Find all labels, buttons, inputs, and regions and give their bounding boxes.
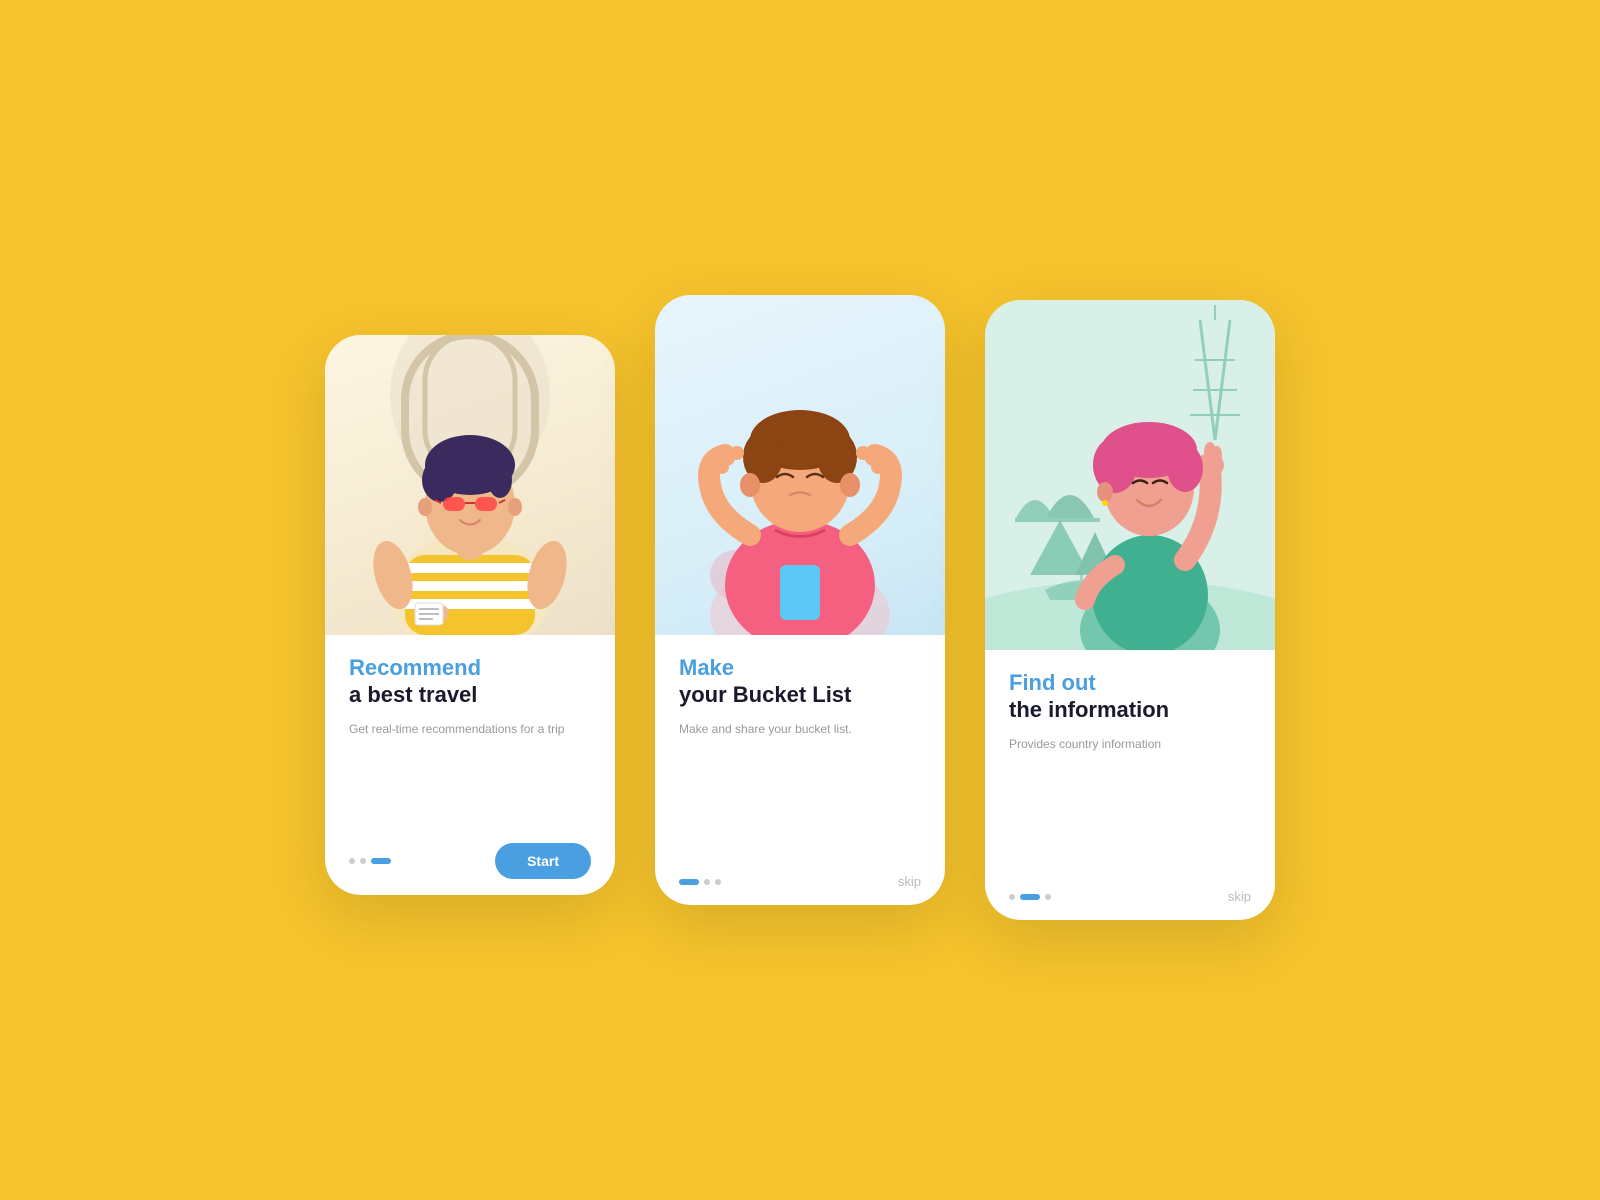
card2-dot-3: [715, 879, 721, 885]
card-1-title-black: a best travel: [349, 681, 591, 710]
card2-dot-1-active: [679, 879, 699, 885]
card-2-content: Make your Bucket List Make and share you…: [655, 635, 945, 862]
card-3-illustration: [985, 300, 1275, 650]
card-3-dots: [1009, 894, 1051, 900]
dot-2: [360, 858, 366, 864]
card-1-footer: Start: [325, 831, 615, 895]
skip-button-2[interactable]: skip: [898, 874, 921, 889]
onboarding-card-2: Make your Bucket List Make and share you…: [655, 295, 945, 905]
dot-3-active: [371, 858, 391, 864]
card-2-footer: skip: [655, 862, 945, 905]
dot-1: [349, 858, 355, 864]
card-2-dots: [679, 879, 721, 885]
card-2-title-black: your Bucket List: [679, 681, 921, 710]
card-3-title-colored: Find out: [1009, 670, 1251, 696]
card-1-description: Get real-time recommendations for a trip: [349, 720, 591, 815]
onboarding-card-1: Recommend a best travel Get real-time re…: [325, 335, 615, 895]
card-1-title-colored: Recommend: [349, 655, 591, 681]
card-3-content: Find out the information Provides countr…: [985, 650, 1275, 877]
card3-dot-1: [1009, 894, 1015, 900]
card2-dot-2: [704, 879, 710, 885]
card3-dot-3: [1045, 894, 1051, 900]
card-3-title-black: the information: [1009, 696, 1251, 725]
card-3-footer: skip: [985, 877, 1275, 920]
card-1-dots: [349, 858, 391, 864]
card3-dot-2-active: [1020, 894, 1040, 900]
card-1-content: Recommend a best travel Get real-time re…: [325, 635, 615, 831]
skip-button-3[interactable]: skip: [1228, 889, 1251, 904]
card-2-illustration: [655, 295, 945, 635]
card-2-description: Make and share your bucket list.: [679, 720, 921, 846]
onboarding-card-3: Find out the information Provides countr…: [985, 300, 1275, 920]
start-button[interactable]: Start: [495, 843, 591, 879]
card-3-description: Provides country information: [1009, 735, 1251, 861]
card-2-title-colored: Make: [679, 655, 921, 681]
card-1-illustration: [325, 335, 615, 635]
